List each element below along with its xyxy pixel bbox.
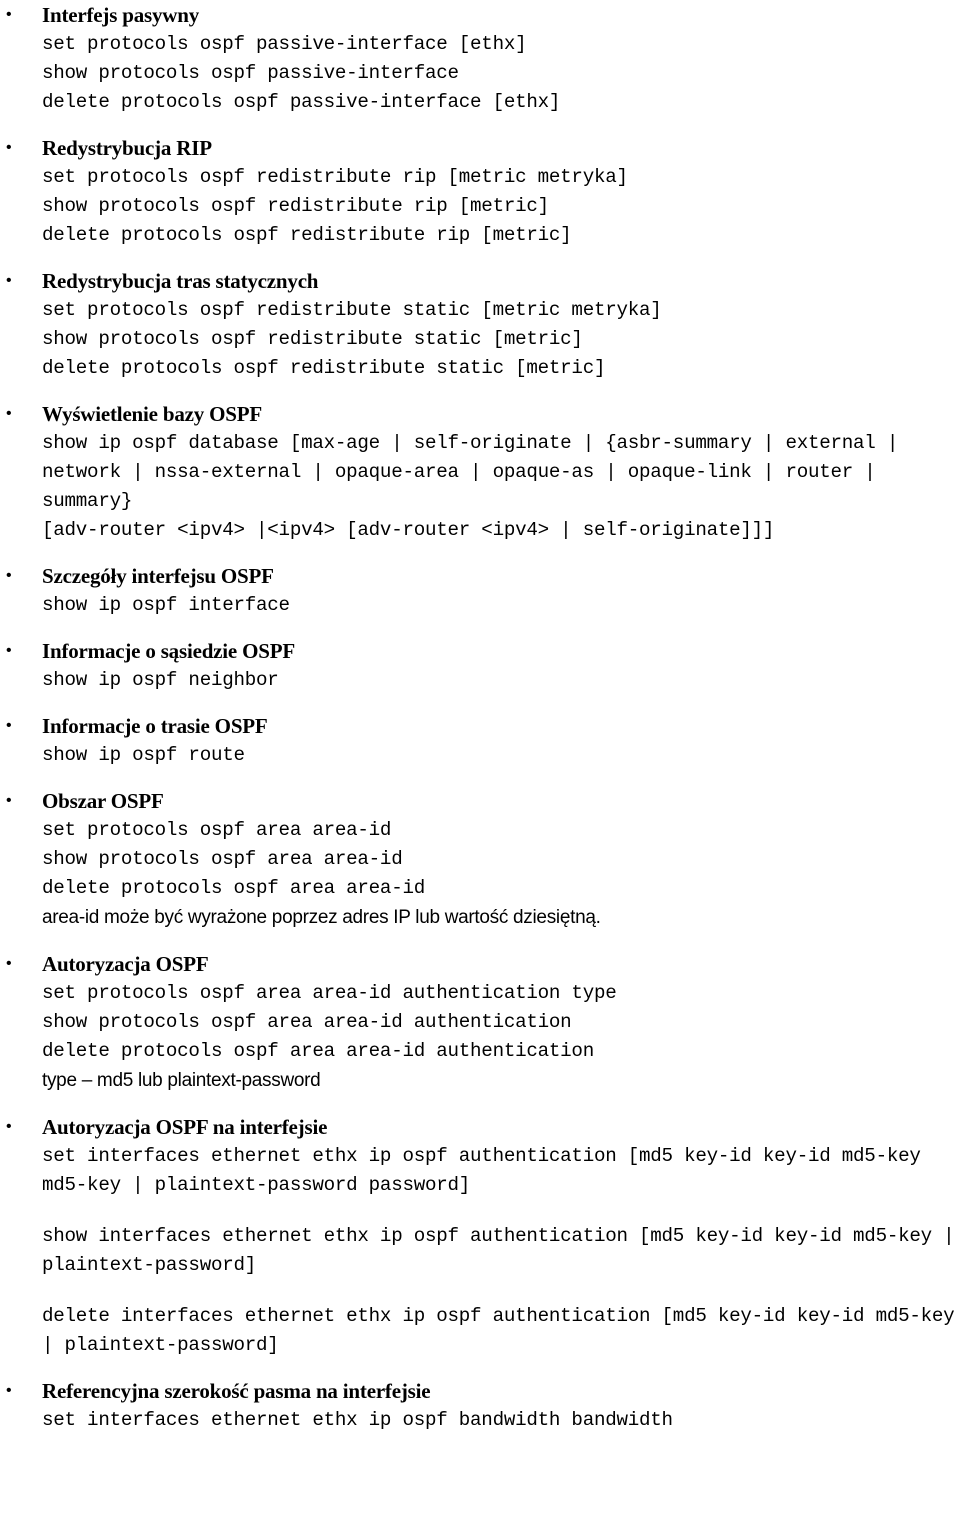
explanatory-note: type – md5 lub plaintext-password <box>42 1066 960 1096</box>
section-ospf-neighbor: • Informacje o sąsiedzie OSPF show ip ospf… <box>0 636 960 695</box>
section-ospf-database: • Wyświetlenie bazy OSPF show ip ospf data… <box>0 399 960 545</box>
bullet-icon: • <box>6 272 12 289</box>
command-line: set protocols ospf redistribute static [… <box>42 299 662 321</box>
command-line: delete protocols ospf area area-id <box>42 877 425 899</box>
command-line: set protocols ospf redistribute rip [met… <box>42 166 628 188</box>
section-heading: Redystrybucja RIP <box>42 136 212 160</box>
section-heading: Informacje o sąsiedzie OSPF <box>42 639 295 663</box>
section-heading: Autoryzacja OSPF na interfejsie <box>42 1115 328 1139</box>
section-ospf-route: • Informacje o trasie OSPF show ip ospf ro… <box>0 711 960 770</box>
command-block: set protocols ospf area area-id show prot… <box>42 816 960 903</box>
command-line: show protocols ospf area area-id authent… <box>42 1011 572 1033</box>
bullet-icon: • <box>6 1118 12 1135</box>
command-line: delete protocols ospf passive-interface … <box>42 91 561 113</box>
section-heading: Wyświetlenie bazy OSPF <box>42 402 262 426</box>
bullet-icon: • <box>6 792 12 809</box>
command-block: show ip ospf interface <box>42 591 960 620</box>
command-block: set interfaces ethernet ethx ip ospf ban… <box>42 1406 960 1435</box>
section-ospf-interface-details: • Szczegóły interfejsu OSPF show ip ospf i… <box>0 561 960 620</box>
command-line: set protocols ospf passive-interface [et… <box>42 33 527 55</box>
command-block: set protocols ospf redistribute static [… <box>42 296 960 383</box>
note-line: type – md5 lub plaintext-password <box>42 1070 321 1091</box>
section-heading: Referencyjna szerokość pasma na interfej… <box>42 1379 431 1403</box>
bullet-icon: • <box>6 955 12 972</box>
command-line: show ip ospf route <box>42 744 245 766</box>
command-line: delete protocols ospf redistribute rip [… <box>42 224 572 246</box>
section-heading: Informacje o trasie OSPF <box>42 714 268 738</box>
bullet-icon: • <box>6 405 12 422</box>
command-line: show protocols ospf passive-interface <box>42 62 459 84</box>
command-line: delete protocols ospf redistribute stati… <box>42 357 606 379</box>
section-ospf-authorization: • Autoryzacja OSPF set protocols ospf area… <box>0 949 960 1096</box>
section-heading: Interfejs pasywny <box>42 3 200 27</box>
bullet-icon: • <box>6 567 12 584</box>
command-line: set interfaces ethernet ethx ip ospf ban… <box>42 1409 673 1431</box>
command-line: show ip ospf database [max-age | self-or… <box>42 432 910 512</box>
command-block: show ip ospf route <box>42 741 960 770</box>
command-line: show protocols ospf redistribute static … <box>42 328 583 350</box>
bullet-icon: • <box>6 1382 12 1399</box>
bullet-icon: • <box>6 6 12 23</box>
command-line: show protocols ospf area area-id <box>42 848 403 870</box>
command-line: show ip ospf neighbor <box>42 669 279 691</box>
section-heading: Obszar OSPF <box>42 789 164 813</box>
section-ospf-area: • Obszar OSPF set protocols ospf area area… <box>0 786 960 933</box>
section-passive-interface: • Interfejs pasywny set protocols ospf pas… <box>0 0 960 117</box>
command-line: set interfaces ethernet ethx ip ospf aut… <box>42 1145 932 1196</box>
command-block: show ip ospf database [max-age | self-or… <box>42 429 960 545</box>
bullet-icon: • <box>6 139 12 156</box>
command-block: show interfaces ethernet ethx ip ospf au… <box>42 1222 960 1280</box>
command-block: set protocols ospf area area-id authenti… <box>42 979 960 1066</box>
command-line: show protocols ospf redistribute rip [me… <box>42 195 549 217</box>
command-line: show interfaces ethernet ethx ip ospf au… <box>42 1225 955 1276</box>
command-line: [adv-router <ipv4> |<ipv4> [adv-router <… <box>42 519 775 541</box>
command-line: set protocols ospf area area-id authenti… <box>42 982 617 1004</box>
section-reference-bandwidth: • Referencyjna szerokość pasma na interfe… <box>0 1376 960 1435</box>
section-list: • Interfejs pasywny set protocols ospf pas… <box>0 0 960 1435</box>
bullet-icon: • <box>6 717 12 734</box>
command-line: set protocols ospf area area-id <box>42 819 392 841</box>
section-heading: Autoryzacja OSPF <box>42 952 209 976</box>
document-page: • Interfejs pasywny set protocols ospf pas… <box>0 0 960 1540</box>
command-block: set protocols ospf passive-interface [et… <box>42 30 960 117</box>
section-redistribute-static: • Redystrybucja tras statycznych set proto… <box>0 266 960 383</box>
command-block: set protocols ospf redistribute rip [met… <box>42 163 960 250</box>
section-redistribute-rip: • Redystrybucja RIP set protocols ospf red… <box>0 133 960 250</box>
command-line: show ip ospf interface <box>42 594 290 616</box>
command-block: set interfaces ethernet ethx ip ospf aut… <box>42 1142 960 1200</box>
section-heading: Redystrybucja tras statycznych <box>42 269 319 293</box>
section-ospf-authorization-interface: • Autoryzacja OSPF na interfejsie set inte… <box>0 1112 960 1360</box>
command-line: delete interfaces ethernet ethx ip ospf … <box>42 1305 955 1356</box>
command-block: show ip ospf neighbor <box>42 666 960 695</box>
explanatory-note: area-id może być wyrażone poprzez adres … <box>42 903 960 933</box>
command-block: delete interfaces ethernet ethx ip ospf … <box>42 1302 960 1360</box>
note-line: area-id może być wyrażone poprzez adres … <box>42 907 601 928</box>
command-line: delete protocols ospf area area-id authe… <box>42 1040 594 1062</box>
section-heading: Szczegóły interfejsu OSPF <box>42 564 274 588</box>
bullet-icon: • <box>6 642 12 659</box>
